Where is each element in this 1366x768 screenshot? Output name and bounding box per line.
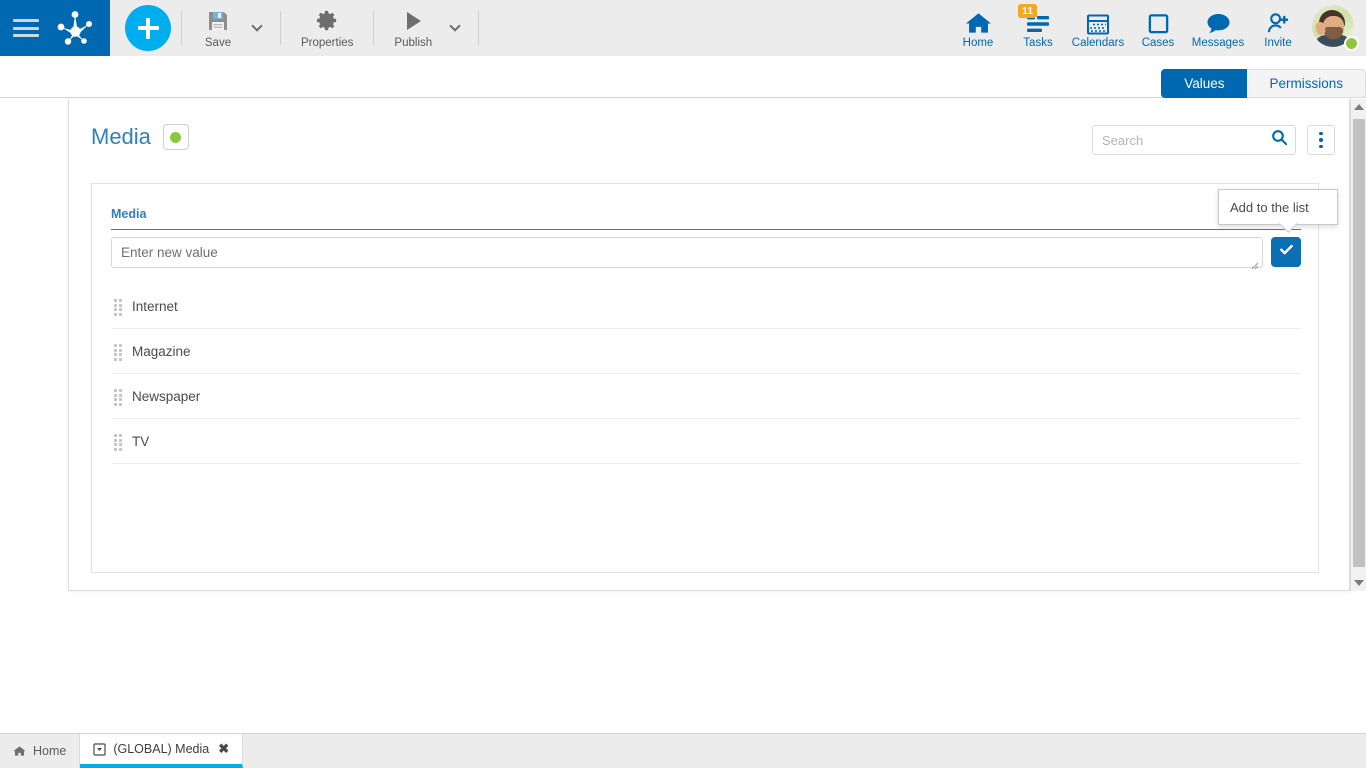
gear-icon: [316, 8, 339, 34]
toolbar-divider: [181, 11, 182, 45]
list-item[interactable]: Magazine: [111, 329, 1301, 374]
window-icon: [93, 742, 106, 756]
toolbar-divider: [478, 11, 480, 45]
drag-handle-icon[interactable]: [114, 389, 123, 406]
list-item[interactable]: Newspaper: [111, 374, 1301, 419]
status-indicator-box: [162, 124, 189, 150]
nav-label-tasks: Tasks: [1023, 36, 1053, 49]
tooltip-add-to-the-list: Add to the list: [1218, 189, 1338, 225]
search-input[interactable]: [1092, 125, 1264, 155]
nav-item-messages[interactable]: Messages: [1188, 0, 1248, 56]
nav-label-invite: Invite: [1264, 36, 1292, 49]
field-label: Media: [111, 207, 147, 221]
list-item-label: Magazine: [132, 343, 191, 359]
save-icon: [206, 8, 230, 34]
nav-item-calendars[interactable]: Calendars: [1068, 0, 1128, 56]
page-title: Media: [91, 124, 151, 149]
taskbar: Home (GLOBAL) Media ✖: [0, 733, 1366, 768]
list-item-label: Internet: [132, 298, 178, 314]
vertical-scrollbar[interactable]: [1350, 99, 1366, 591]
values-list: Internet Magazine Newspaper TV: [111, 284, 1301, 464]
add-new-button[interactable]: [125, 5, 171, 51]
scroll-up-arrow-icon[interactable]: [1351, 99, 1366, 115]
publish-button[interactable]: Publish: [384, 0, 442, 56]
panel-header-actions: [1092, 125, 1335, 155]
scrollbar-thumb[interactable]: [1353, 119, 1365, 567]
taskbar-item-home[interactable]: Home: [0, 734, 81, 768]
tab-group: Values Permissions: [1161, 69, 1366, 98]
tab-bar: Values Permissions: [0, 56, 1366, 98]
play-icon: [401, 8, 425, 34]
hamburger-icon[interactable]: [13, 19, 39, 37]
tasks-badge: 11: [1018, 4, 1038, 18]
tab-permissions[interactable]: Permissions: [1247, 69, 1366, 98]
status-dot: [170, 131, 182, 143]
taskbar-label-home: Home: [33, 744, 67, 758]
search-button[interactable]: [1264, 125, 1296, 155]
status-badge-online: [1344, 36, 1359, 51]
invite-icon: [1266, 8, 1291, 35]
values-card: Media Internet: [91, 183, 1319, 573]
main-panel: Media Search Media Enter new value Inter…: [68, 99, 1350, 591]
drag-handle-icon[interactable]: [114, 344, 123, 361]
list-item-label: Newspaper: [132, 388, 201, 404]
drag-handle-icon[interactable]: [114, 299, 123, 316]
nav-label-calendars: Calendars: [1071, 36, 1125, 49]
field-underline: [111, 229, 1301, 230]
check-icon: [1278, 241, 1295, 263]
list-item[interactable]: Internet: [111, 284, 1301, 329]
nav-item-cases[interactable]: Cases: [1128, 0, 1188, 56]
kebab-dot: [1319, 131, 1323, 136]
app-logo-icon[interactable]: [53, 8, 97, 48]
kebab-dot: [1319, 138, 1323, 142]
nav-label-cases: Cases: [1141, 36, 1175, 49]
panel-header: Media: [69, 99, 1349, 175]
nav-label-home: Home: [962, 36, 994, 49]
kebab-dot: [1319, 144, 1323, 149]
home-icon: [13, 745, 26, 757]
new-value-row: [111, 237, 1301, 270]
cases-icon: [1147, 8, 1170, 35]
list-item[interactable]: TV: [111, 419, 1301, 464]
toolbar-divider: [280, 11, 281, 45]
brand-area: [0, 0, 110, 56]
save-label: Save: [204, 36, 232, 49]
properties-button[interactable]: Properties: [291, 0, 363, 56]
nav-item-tasks[interactable]: 11 Tasks: [1008, 0, 1068, 56]
save-button[interactable]: Save: [192, 0, 244, 56]
search-box: [1092, 125, 1296, 155]
top-toolbar: Save Properties Publish Home 11 Tasks Ca…: [0, 0, 1366, 56]
save-dropdown-caret[interactable]: [244, 0, 270, 56]
drag-handle-icon[interactable]: [114, 434, 123, 451]
hamburger-line: [13, 34, 39, 37]
tab-values[interactable]: Values: [1161, 69, 1248, 98]
scroll-down-arrow-icon[interactable]: [1351, 575, 1366, 591]
hamburger-line: [13, 26, 39, 30]
taskbar-label-global-media: (GLOBAL) Media: [113, 742, 210, 756]
search-icon: [1271, 129, 1288, 151]
nav-label-messages: Messages: [1191, 36, 1245, 49]
toolbar-divider: [373, 11, 375, 45]
list-item-label: TV: [132, 433, 150, 449]
home-icon: [965, 8, 992, 35]
messages-icon: [1206, 8, 1231, 35]
calendar-icon: [1086, 8, 1110, 35]
properties-label: Properties: [301, 36, 354, 49]
close-icon[interactable]: ✖: [218, 741, 229, 757]
overflow-menu-button[interactable]: [1307, 125, 1335, 155]
add-to-list-button[interactable]: [1271, 237, 1301, 267]
new-value-input[interactable]: [111, 237, 1263, 268]
taskbar-item-global-media[interactable]: (GLOBAL) Media ✖: [80, 734, 244, 768]
hamburger-line: [13, 19, 39, 22]
publish-label: Publish: [394, 36, 433, 49]
nav-item-invite[interactable]: Invite: [1248, 0, 1308, 56]
publish-dropdown-caret[interactable]: [442, 0, 468, 56]
avatar[interactable]: [1312, 5, 1359, 51]
nav-item-home[interactable]: Home: [948, 0, 1008, 56]
